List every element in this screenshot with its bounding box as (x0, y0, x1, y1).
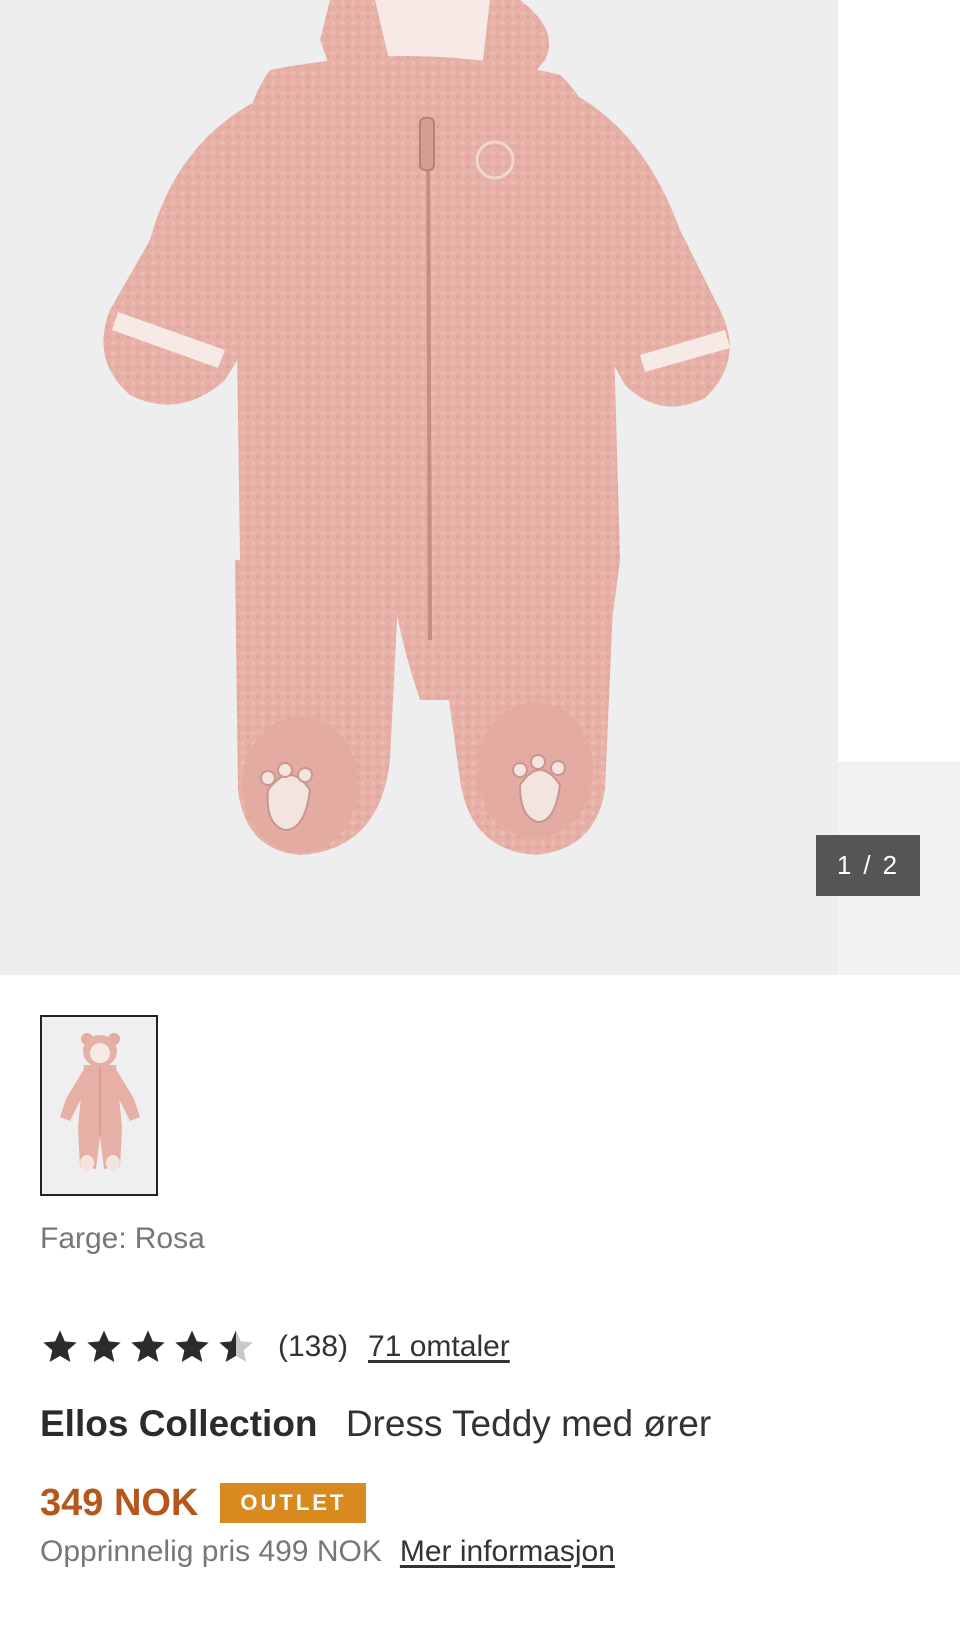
thumbnail-image (42, 1017, 156, 1194)
sale-price: 349 NOK (40, 1481, 199, 1524)
more-info-link[interactable]: Mer informasjon (400, 1535, 615, 1569)
original-price-row: Opprinnelig pris 499 NOK Mer informasjon (40, 1535, 615, 1569)
counter-current: 1 (836, 850, 854, 880)
product-image-gallery[interactable]: 1 / 2 (0, 0, 960, 975)
star-half-icon (219, 1330, 253, 1362)
review-count: (138) (278, 1330, 349, 1363)
product-title: Ellos Collection Dress Teddy med ører (40, 1403, 711, 1445)
star-full-icon (43, 1330, 77, 1362)
main-product-image[interactable] (0, 0, 838, 975)
color-value: Rosa (134, 1222, 205, 1255)
outlet-badge: OUTLET (220, 1483, 367, 1523)
counter-separator: / (863, 850, 873, 880)
color-label: Farge: (40, 1222, 127, 1255)
baby-teddy-suit-image (103, 0, 730, 855)
price-row: 349 NOK OUTLET (40, 1480, 367, 1526)
thumbnail-selected[interactable] (40, 1015, 158, 1196)
counter-total: 2 (882, 850, 900, 880)
star-full-icon (87, 1330, 121, 1362)
product-name: Dress Teddy med ører (345, 1403, 712, 1444)
brand-name[interactable]: Ellos Collection (40, 1403, 318, 1444)
star-rating[interactable] (40, 1327, 256, 1367)
color-info: Farge: Rosa (40, 1222, 205, 1256)
image-counter: 1 / 2 (816, 835, 920, 896)
original-price: Opprinnelig pris 499 NOK (40, 1535, 382, 1568)
star-full-icon (131, 1330, 165, 1362)
reviews-link[interactable]: 71 omtaler (368, 1330, 510, 1364)
star-full-icon (175, 1330, 209, 1362)
rating-row: (138) 71 omtaler (40, 1325, 510, 1369)
